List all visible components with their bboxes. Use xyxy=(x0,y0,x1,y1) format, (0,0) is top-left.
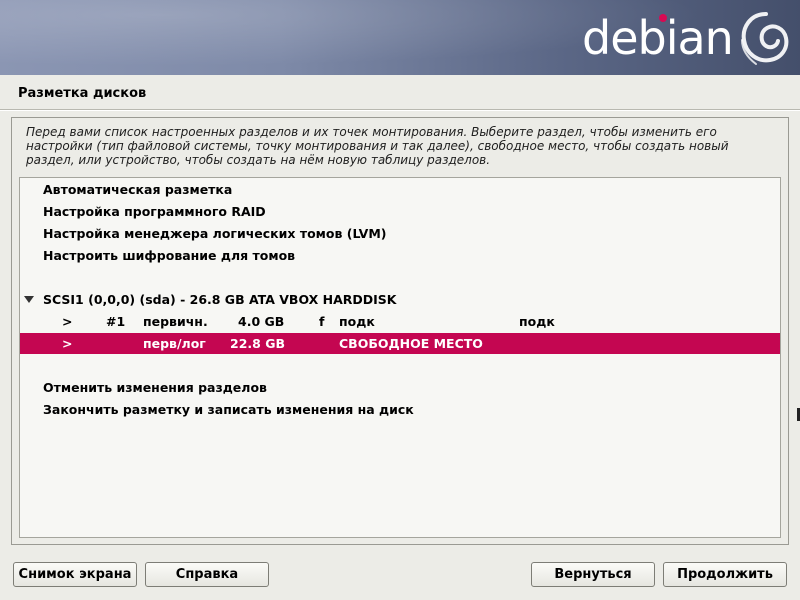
menu-item-finish-partitioning[interactable]: Закончить разметку и записать изменения … xyxy=(20,399,780,420)
help-button[interactable]: Справка xyxy=(145,562,269,587)
logo-dot xyxy=(659,14,667,22)
partition-marker: > xyxy=(62,314,73,329)
partition-fs: СВОБОДНОЕ МЕСТО xyxy=(339,336,483,351)
partition-list: Автоматическая разметка Настройка програ… xyxy=(19,177,781,538)
header-banner: debian xyxy=(0,0,800,75)
menu-item-software-raid[interactable]: Настройка программного RAID xyxy=(20,201,780,222)
partition-fs: подк xyxy=(339,314,375,329)
title-divider xyxy=(0,109,800,111)
disk-row-sda[interactable]: SCSI1 (0,0,0) (sda) - 26.8 GB ATA VBOX H… xyxy=(20,289,780,310)
menu-item-label: Отменить изменения разделов xyxy=(43,380,267,395)
partition-mount: подк xyxy=(519,314,555,329)
menu-item-lvm[interactable]: Настройка менеджера логических томов (LV… xyxy=(20,223,780,244)
triangle-down-icon[interactable] xyxy=(24,296,34,303)
partition-type: первичн. xyxy=(143,314,208,329)
partition-size: 4.0 GB xyxy=(238,314,285,329)
partition-row-1[interactable]: > #1 первичн. 4.0 GB f подк подк xyxy=(20,311,780,332)
menu-item-label: Настройка менеджера логических томов (LV… xyxy=(43,226,387,241)
menu-item-undo-changes[interactable]: Отменить изменения разделов xyxy=(20,377,780,398)
page-title: Разметка дисков xyxy=(18,86,147,101)
back-button[interactable]: Вернуться xyxy=(531,562,655,587)
menu-item-encryption[interactable]: Настроить шифрование для томов xyxy=(20,245,780,266)
instructions-text: Перед вами список настроенных разделов и… xyxy=(26,125,729,167)
partition-number: #1 xyxy=(106,314,126,329)
menu-item-label: Автоматическая разметка xyxy=(43,182,233,197)
menu-item-label: Настройка программного RAID xyxy=(43,204,266,219)
debian-logo-text: debian xyxy=(582,11,734,65)
disk-label: SCSI1 (0,0,0) (sda) - 26.8 GB ATA VBOX H… xyxy=(43,292,397,307)
menu-item-label: Настроить шифрование для томов xyxy=(43,248,296,263)
debian-swirl-icon xyxy=(741,12,789,65)
menu-item-auto-partition[interactable]: Автоматическая разметка xyxy=(20,179,780,200)
partition-flag: f xyxy=(319,314,325,329)
menu-item-label: Закончить разметку и записать изменения … xyxy=(43,402,414,417)
screenshot-button[interactable]: Снимок экрана xyxy=(13,562,137,587)
partition-marker: > xyxy=(62,336,73,351)
partition-size: 22.8 GB xyxy=(230,336,285,351)
partition-type: перв/лог xyxy=(143,336,206,351)
continue-button[interactable]: Продолжить xyxy=(663,562,787,587)
partition-row-free-space[interactable]: > перв/лог 22.8 GB СВОБОДНОЕ МЕСТО xyxy=(20,333,780,354)
